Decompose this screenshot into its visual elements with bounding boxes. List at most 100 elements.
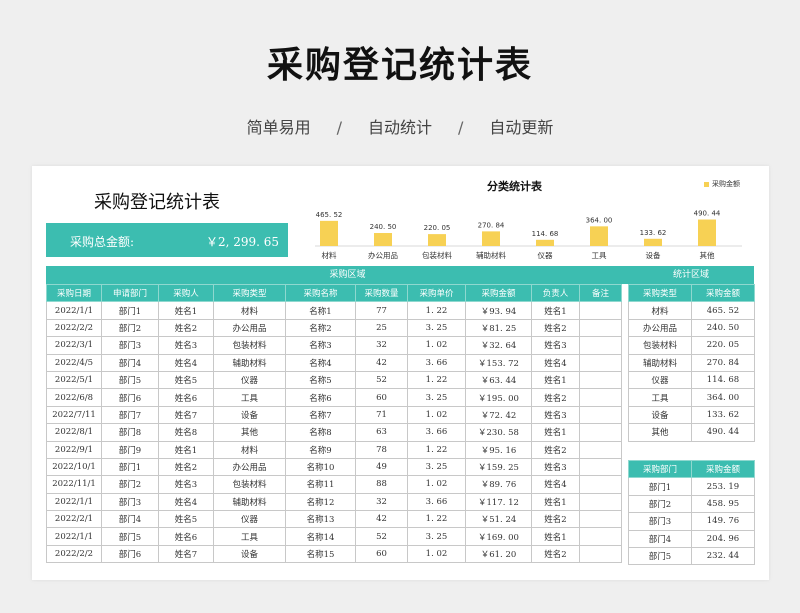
purchase-table-cell[interactable]: 名称9 <box>285 440 356 459</box>
purchase-table-cell[interactable]: 2022/9/1 <box>46 440 102 459</box>
purchase-table-cell[interactable] <box>579 388 622 407</box>
purchase-table-cell[interactable]: 2022/2/2 <box>46 318 102 338</box>
purchase-table-cell[interactable]: 设备 <box>213 405 286 425</box>
purchase-table-cell[interactable]: 姓名2 <box>531 440 580 459</box>
purchase-table-cell[interactable]: 名称3 <box>285 336 356 355</box>
purchase-table-cell[interactable]: 71 <box>355 405 408 425</box>
purchase-table-cell[interactable]: ￥72. 42 <box>465 405 532 425</box>
purchase-table-cell[interactable]: 60 <box>355 388 408 407</box>
purchase-table-cell[interactable]: 名称12 <box>285 492 356 512</box>
purchase-table-cell[interactable]: 姓名1 <box>531 527 580 546</box>
purchase-table-cell[interactable]: 部门6 <box>101 388 159 407</box>
purchase-table-cell[interactable]: 部门7 <box>101 405 159 425</box>
category-stats-cell[interactable]: 材料 <box>628 301 692 320</box>
purchase-table-cell[interactable]: 姓名8 <box>158 423 214 442</box>
purchase-table-cell[interactable]: 姓名3 <box>158 475 214 494</box>
purchase-table-cell[interactable]: 88 <box>355 475 408 494</box>
purchase-table-cell[interactable]: 部门3 <box>101 492 159 512</box>
category-stats-cell[interactable]: 465. 52 <box>691 301 755 320</box>
category-stats-cell[interactable]: 辅助材料 <box>628 353 692 372</box>
purchase-table-cell[interactable]: 仪器 <box>213 370 286 390</box>
purchase-table-cell[interactable]: 2022/4/5 <box>46 353 102 372</box>
purchase-table-cell[interactable]: 1. 22 <box>407 370 466 390</box>
purchase-table-cell[interactable]: 2022/3/1 <box>46 336 102 355</box>
category-stats-cell[interactable]: 仪器 <box>628 370 692 390</box>
purchase-table-cell[interactable]: ￥63. 44 <box>465 370 532 390</box>
purchase-table-cell[interactable]: 部门4 <box>101 510 159 529</box>
purchase-table-cell[interactable]: 3. 66 <box>407 353 466 372</box>
purchase-table-cell[interactable]: ￥81. 25 <box>465 318 532 338</box>
purchase-table-cell[interactable]: 名称10 <box>285 457 356 477</box>
category-stats-cell[interactable]: 114. 68 <box>691 370 755 390</box>
purchase-table-cell[interactable]: 1. 02 <box>407 544 466 564</box>
purchase-table-cell[interactable]: 仪器 <box>213 510 286 529</box>
purchase-table-cell[interactable]: 部门1 <box>101 457 159 477</box>
purchase-table-cell[interactable]: 名称2 <box>285 318 356 338</box>
purchase-table-cell[interactable]: 材料 <box>213 301 286 320</box>
category-stats-cell[interactable]: 490. 44 <box>691 423 755 442</box>
purchase-table-cell[interactable] <box>579 370 622 390</box>
department-stats-cell[interactable]: 部门5 <box>628 546 692 566</box>
purchase-table-cell[interactable]: 办公用品 <box>213 457 286 477</box>
purchase-table-cell[interactable]: 名称5 <box>285 370 356 390</box>
purchase-table-cell[interactable]: 1. 22 <box>407 301 466 320</box>
purchase-table-cell[interactable] <box>579 544 622 564</box>
purchase-table-cell[interactable]: 32 <box>355 336 408 355</box>
purchase-table-cell[interactable]: 名称13 <box>285 510 356 529</box>
purchase-table-cell[interactable]: 姓名2 <box>158 457 214 477</box>
department-stats-cell[interactable]: 253. 19 <box>691 477 755 496</box>
category-stats-cell[interactable]: 270. 84 <box>691 353 755 372</box>
purchase-table-cell[interactable]: 名称14 <box>285 527 356 546</box>
purchase-table-cell[interactable]: 姓名4 <box>158 353 214 372</box>
purchase-table-cell[interactable]: 办公用品 <box>213 318 286 338</box>
purchase-table-cell[interactable]: 包装材料 <box>213 336 286 355</box>
purchase-table-cell[interactable]: 名称4 <box>285 353 356 372</box>
purchase-table-cell[interactable]: ￥32. 64 <box>465 336 532 355</box>
department-stats-cell[interactable]: 部门3 <box>628 512 692 531</box>
purchase-table-cell[interactable]: 3. 25 <box>407 318 466 338</box>
purchase-table-cell[interactable]: 1. 02 <box>407 336 466 355</box>
category-stats-cell[interactable]: 240. 50 <box>691 318 755 338</box>
purchase-table-cell[interactable]: 2022/1/1 <box>46 301 102 320</box>
category-stats-cell[interactable]: 133. 62 <box>691 405 755 425</box>
purchase-table-cell[interactable]: 姓名3 <box>531 405 580 425</box>
purchase-table-cell[interactable] <box>579 301 622 320</box>
purchase-table-cell[interactable]: 2022/2/2 <box>46 544 102 564</box>
purchase-table-cell[interactable]: 姓名2 <box>531 510 580 529</box>
purchase-table-cell[interactable]: 77 <box>355 301 408 320</box>
category-stats-cell[interactable]: 包装材料 <box>628 336 692 355</box>
purchase-table-cell[interactable]: 2022/1/1 <box>46 527 102 546</box>
purchase-table-cell[interactable]: 姓名2 <box>531 318 580 338</box>
purchase-table-cell[interactable] <box>579 475 622 494</box>
purchase-table-cell[interactable] <box>579 423 622 442</box>
purchase-table-cell[interactable]: 部门1 <box>101 301 159 320</box>
purchase-table-cell[interactable]: 3. 25 <box>407 527 466 546</box>
purchase-table-cell[interactable]: 78 <box>355 440 408 459</box>
purchase-table-cell[interactable] <box>579 492 622 512</box>
purchase-table-cell[interactable]: 名称7 <box>285 405 356 425</box>
purchase-table-cell[interactable]: 名称8 <box>285 423 356 442</box>
purchase-table-cell[interactable] <box>579 527 622 546</box>
purchase-table-cell[interactable]: 姓名1 <box>158 440 214 459</box>
purchase-table-cell[interactable]: 姓名5 <box>158 370 214 390</box>
category-stats-cell[interactable]: 其他 <box>628 423 692 442</box>
purchase-table-cell[interactable]: 包装材料 <box>213 475 286 494</box>
purchase-table-cell[interactable] <box>579 336 622 355</box>
purchase-table-cell[interactable]: 1. 02 <box>407 405 466 425</box>
purchase-table-cell[interactable]: ￥89. 76 <box>465 475 532 494</box>
purchase-table-cell[interactable]: 工具 <box>213 388 286 407</box>
category-stats-cell[interactable]: 工具 <box>628 388 692 407</box>
purchase-table-cell[interactable]: 姓名2 <box>158 318 214 338</box>
purchase-table-cell[interactable] <box>579 440 622 459</box>
purchase-table-cell[interactable]: 名称11 <box>285 475 356 494</box>
purchase-table-cell[interactable]: 3. 66 <box>407 492 466 512</box>
purchase-table-cell[interactable]: ￥95. 16 <box>465 440 532 459</box>
purchase-table-cell[interactable]: 姓名4 <box>158 492 214 512</box>
purchase-table-cell[interactable]: 25 <box>355 318 408 338</box>
purchase-table-cell[interactable]: 工具 <box>213 527 286 546</box>
purchase-table-cell[interactable]: ￥195. 00 <box>465 388 532 407</box>
purchase-table-cell[interactable]: 设备 <box>213 544 286 564</box>
purchase-table-cell[interactable]: 部门6 <box>101 544 159 564</box>
purchase-table-cell[interactable]: 部门9 <box>101 440 159 459</box>
purchase-table-cell[interactable]: 姓名2 <box>531 544 580 564</box>
